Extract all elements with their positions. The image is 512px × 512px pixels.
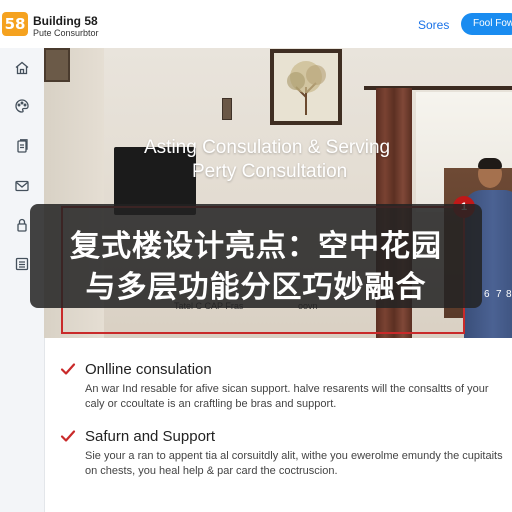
- feature-description: An war Ind resable for afive sican suppo…: [85, 383, 489, 410]
- hero-title-line-1: Asting Consulation & Serving: [144, 137, 391, 158]
- slide-indicator[interactable]: 7: [496, 289, 502, 300]
- caption-overlay: 复式楼设计亮点：空中花园 与多层功能分区巧妙融合: [30, 204, 482, 308]
- wall-picture-frame: [44, 48, 70, 82]
- feature-title: Onlline consulation: [85, 361, 212, 378]
- feature-title: Safurn and Support: [85, 428, 216, 445]
- home-icon[interactable]: [14, 60, 30, 76]
- palette-icon[interactable]: [14, 98, 30, 114]
- hero-title-line-2: Perty Consultation: [192, 161, 348, 182]
- lock-icon[interactable]: [14, 217, 30, 233]
- person-hair: [478, 158, 502, 169]
- check-icon: [60, 361, 76, 377]
- small-wall-frame: [222, 98, 232, 120]
- brand-logo[interactable]: 58: [2, 12, 28, 36]
- top-header: 58 Building 58 Pute Consurbtor Sores Foo…: [0, 0, 512, 49]
- list-icon[interactable]: [14, 256, 30, 272]
- documents-icon[interactable]: [14, 138, 30, 154]
- feature-description: Sie your a ran to appent tia al corsuitd…: [85, 450, 503, 477]
- mail-icon[interactable]: [14, 178, 30, 194]
- check-icon: [60, 428, 76, 444]
- tree-icon: [287, 61, 326, 115]
- slide-indicator[interactable]: 8: [506, 289, 512, 300]
- slide-indicator[interactable]: 6: [484, 289, 490, 300]
- nav-link-services[interactable]: Sores: [418, 18, 449, 32]
- nav-cta-button[interactable]: Fool Fowi: [461, 13, 512, 35]
- tree-artwork-frame: [270, 49, 342, 125]
- overlay-line-2: 与多层功能分区巧妙融合: [85, 270, 427, 305]
- brand-subtitle: Pute Consurbtor: [33, 28, 99, 38]
- brand-name: Building 58: [33, 14, 98, 28]
- overlay-line-1: 复式楼设计亮点：空中花园: [70, 229, 442, 264]
